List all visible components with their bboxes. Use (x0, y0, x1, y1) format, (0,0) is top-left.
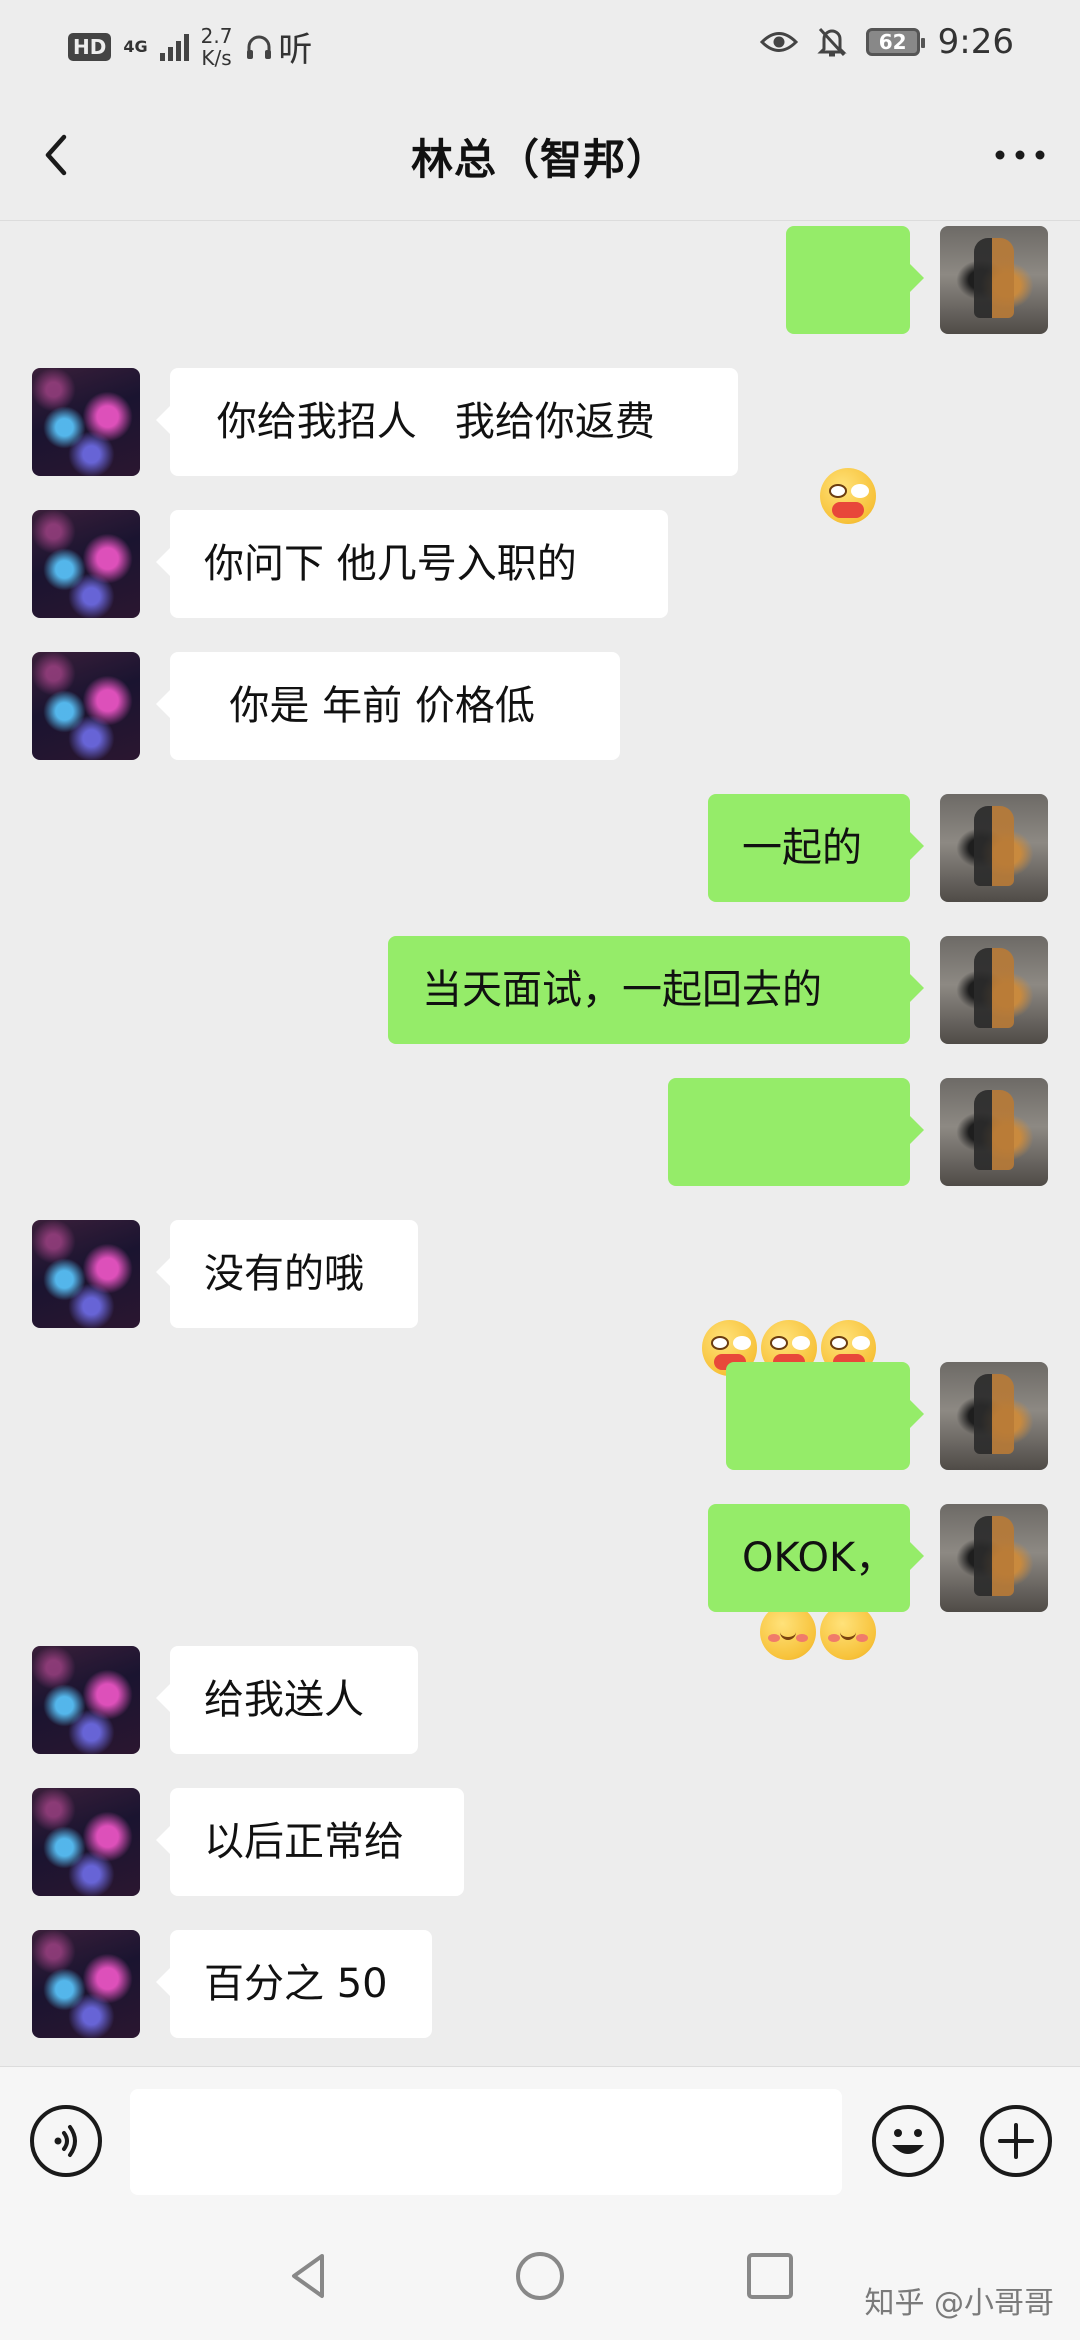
contact-avatar[interactable] (32, 1220, 140, 1328)
message-row (0, 226, 1080, 524)
plus-icon[interactable] (980, 2105, 1052, 2177)
message-row (0, 1078, 1080, 1376)
message-row: OKOK， (0, 1504, 1080, 1614)
chat-title: 林总（智邦） (410, 135, 669, 184)
contact-avatar[interactable] (32, 652, 140, 760)
message-row: 当天面试，一起回去的 (0, 936, 1080, 1046)
system-nav-bar: 知乎 @小哥哥 (0, 2210, 1080, 2340)
back-triangle-icon[interactable] (282, 2248, 338, 2304)
message-bubble[interactable] (668, 1078, 924, 1376)
recents-square-icon[interactable] (742, 2248, 798, 2304)
self-avatar[interactable] (940, 1078, 1048, 1186)
headphones-icon (247, 35, 272, 59)
self-avatar[interactable] (940, 936, 1048, 1044)
message-row: 你问下 他几号入职的 (0, 510, 1080, 620)
network-type: 4G (123, 36, 148, 56)
clock: 9:26 (937, 22, 1014, 62)
voice-icon[interactable] (30, 2105, 102, 2177)
input-bar (0, 2066, 1080, 2211)
speed-value: 2.7 (200, 23, 233, 48)
self-avatar[interactable] (940, 1504, 1048, 1612)
eye-icon (759, 32, 798, 52)
watermark: 知乎 @小哥哥 (864, 2286, 1054, 2321)
contact-avatar[interactable] (32, 1646, 140, 1754)
network-speed: 2.7 K/s (201, 25, 233, 69)
message-bubble[interactable]: 一起的 (708, 794, 924, 902)
status-right: 62 9:26 (759, 22, 1014, 62)
more-options-icon[interactable] (990, 125, 1050, 185)
status-bar: HD 4G 2.7 K/s 听 62 9:26 (0, 0, 1080, 90)
message-row: 你给我招人 我给你返费 (0, 368, 1080, 478)
self-avatar[interactable] (940, 794, 1048, 902)
home-circle-icon[interactable] (512, 2248, 568, 2304)
message-row: 没有的哦 (0, 1220, 1080, 1330)
battery-icon: 62 (865, 28, 925, 56)
listen-indicator: 听 (244, 22, 312, 71)
contact-avatar[interactable] (32, 1930, 140, 2038)
message-row: 以后正常给 (0, 1788, 1080, 1898)
mute-bell-icon (817, 27, 847, 57)
message-bubble[interactable]: 你是 年前 价格低 (156, 652, 620, 760)
contact-avatar[interactable] (32, 368, 140, 476)
message-bubble[interactable]: 你给我招人 我给你返费 (156, 368, 738, 476)
message-list[interactable]: 你给我招人 我给你返费 你问下 他几号入职的 你是 年前 价格低 一起的 当天面… (0, 221, 1080, 2066)
status-left: HD 4G 2.7 K/s 听 (68, 22, 312, 71)
message-input[interactable] (130, 2089, 842, 2195)
message-row: 给我送人 (0, 1646, 1080, 1756)
message-bubble[interactable] (786, 226, 924, 524)
speed-unit: K/s (201, 45, 232, 70)
signal-icon (159, 33, 189, 61)
chat-header: 林总（智邦） (0, 90, 1080, 221)
message-bubble[interactable]: 百分之 50 (156, 1930, 432, 2038)
message-row: 一起的 (0, 794, 1080, 904)
message-bubble[interactable]: 没有的哦 (156, 1220, 418, 1328)
message-bubble[interactable]: OKOK， (708, 1504, 924, 1612)
self-avatar[interactable] (940, 226, 1048, 334)
message-bubble[interactable]: 当天面试，一起回去的 (388, 936, 924, 1044)
message-row: 百分之 50 (0, 1930, 1080, 2040)
message-bubble[interactable]: 给我送人 (156, 1646, 418, 1754)
contact-avatar[interactable] (32, 1788, 140, 1896)
message-bubble[interactable]: 以后正常给 (156, 1788, 464, 1896)
message-row: 你是 年前 价格低 (0, 652, 1080, 762)
self-avatar[interactable] (940, 1362, 1048, 1470)
message-bubble[interactable] (726, 1362, 924, 1660)
message-bubble[interactable]: 你问下 他几号入职的 (156, 510, 668, 618)
message-row (0, 1362, 1080, 1660)
emoji-icon[interactable] (872, 2105, 944, 2177)
hd-badge: HD (68, 32, 112, 61)
listen-label: 听 (278, 30, 313, 70)
contact-avatar[interactable] (32, 510, 140, 618)
